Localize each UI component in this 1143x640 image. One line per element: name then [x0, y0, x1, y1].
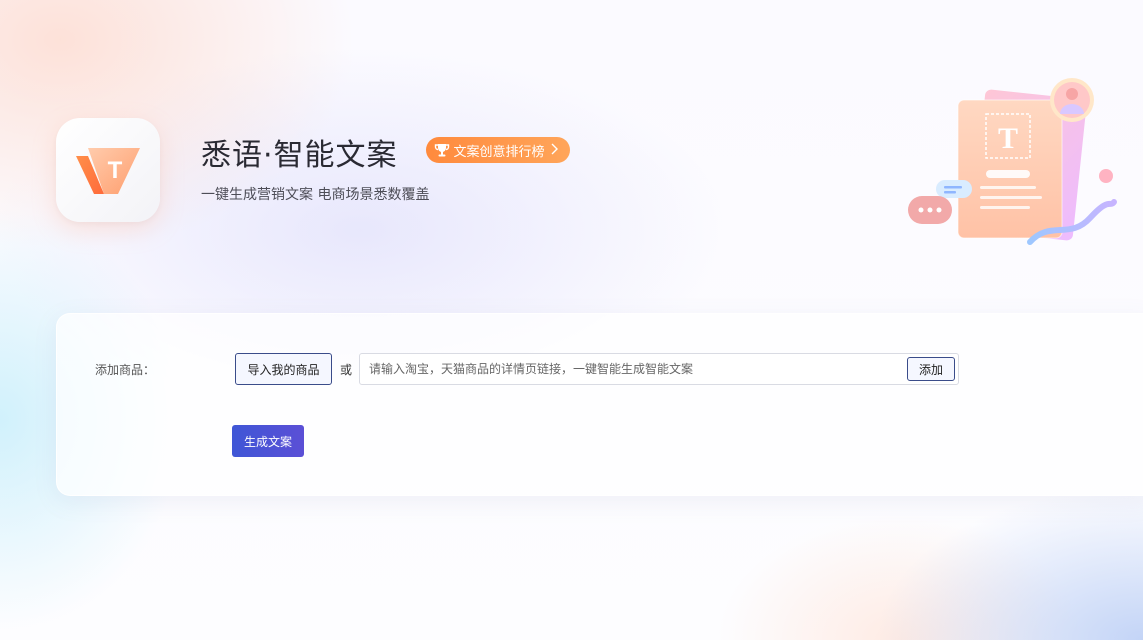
product-form-card: 添加商品： 导入我的商品 或 添加 生成文案 [56, 313, 1143, 496]
product-url-input[interactable] [360, 354, 900, 384]
svg-text:T: T [998, 122, 1018, 155]
rank-badge-label: 文案创意排行榜 [453, 144, 545, 160]
document-text-illustration: T [900, 70, 1120, 254]
app-subtitle: 一键生成营销文案 电商场景悉数覆盖 [201, 187, 430, 203]
app-logo-icon: T [76, 148, 140, 194]
product-url-field: 添加 [359, 353, 959, 385]
or-separator: 或 [340, 363, 353, 377]
add-product-button[interactable]: 添加 [907, 357, 955, 381]
trophy-icon [434, 144, 449, 157]
header-title-row: 悉语·智能文案 文案创意排行榜 [201, 136, 570, 176]
app-logo: T [56, 118, 160, 222]
chevron-right-icon [551, 143, 558, 158]
import-my-products-button[interactable]: 导入我的商品 [235, 353, 332, 385]
svg-text:T: T [108, 157, 123, 184]
generate-copy-button[interactable]: 生成文案 [232, 425, 304, 457]
add-product-label: 添加商品： [95, 363, 156, 377]
app-title: 悉语·智能文案 [201, 138, 398, 173]
rank-badge-button[interactable]: 文案创意排行榜 [425, 137, 570, 163]
